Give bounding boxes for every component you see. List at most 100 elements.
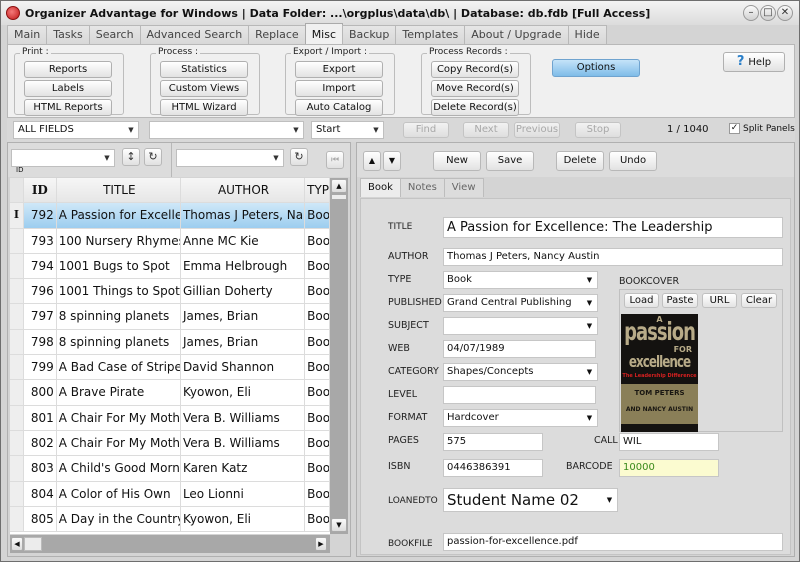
level-field[interactable] (443, 386, 596, 404)
pages-field[interactable]: 575 (443, 433, 543, 451)
column-header-id[interactable]: ID (23, 178, 57, 203)
cell-type: Book (305, 430, 330, 456)
column-header-author[interactable]: AUTHOR (180, 178, 306, 203)
first-record-button[interactable]: ⏮ (326, 151, 344, 169)
close-button[interactable]: ✕ (777, 5, 793, 21)
next-record-button[interactable]: ▼ (383, 151, 401, 171)
custom-views-button[interactable]: Custom Views (160, 80, 248, 97)
minimize-button[interactable]: – (743, 5, 759, 21)
search-value-input[interactable]: ▼ (149, 121, 304, 139)
search-mode-select[interactable]: Start ▼ (311, 121, 384, 139)
author-field[interactable]: Thomas J Peters, Nancy Austin (443, 248, 783, 266)
cover-url-button[interactable]: URL (702, 293, 737, 308)
table-row[interactable]: 7941001 Bugs to SpotEmma HelbroughBook (10, 253, 330, 280)
table-row[interactable]: 801 A Chair For My Moth Vera B. Williams Bo… (10, 405, 330, 431)
auto-catalog-button[interactable]: Auto Catalog (295, 99, 383, 116)
grid-horizontal-scrollbar[interactable]: ◀ ▶ (10, 535, 330, 553)
tab-backup[interactable]: Backup (342, 25, 397, 44)
table-row[interactable]: 804A Color of His OwnLeo LionniBook (10, 481, 330, 507)
scroll-down-icon[interactable]: ▼ (331, 518, 347, 532)
tab-templates[interactable]: Templates (395, 25, 466, 44)
tab-book[interactable]: Book (360, 178, 401, 197)
bookfile-field[interactable]: passion-for-excellence.pdf (443, 533, 783, 551)
table-row[interactable]: 793100 Nursery RhymesAnne MC KieBook (10, 228, 330, 254)
cover-load-button[interactable]: Load (624, 293, 659, 308)
reports-button[interactable]: Reports (24, 61, 112, 78)
labels-button[interactable]: Labels (24, 80, 112, 97)
scroll-left-icon[interactable]: ◀ (11, 537, 23, 551)
tab-tasks[interactable]: Tasks (46, 25, 90, 44)
tab-misc[interactable]: Misc (304, 23, 344, 44)
tab-hide[interactable]: Hide (567, 25, 607, 44)
tab-advanced-search[interactable]: Advanced Search (139, 25, 250, 44)
html-wizard-button[interactable]: HTML Wizard (160, 99, 248, 116)
table-row[interactable]: 7988 spinning planetsJames, BrianBook (10, 329, 330, 356)
cover-paste-button[interactable]: Paste (662, 293, 698, 308)
table-row[interactable]: 799A Bad Case of StripeDavid ShannonBook (10, 355, 330, 381)
published-select[interactable]: Grand Central Publishing ▼ (443, 294, 598, 312)
published-value: Grand Central Publishing (447, 297, 572, 308)
sort-order-button[interactable]: ↕ (122, 148, 140, 166)
maximize-button[interactable]: □ (760, 5, 776, 21)
search-field-select[interactable]: ALL FIELDS ▼ (13, 121, 139, 139)
column-header-title[interactable]: TITLE (56, 178, 181, 203)
column-header-type[interactable]: TYPE (305, 178, 330, 203)
help-button[interactable]: ? Help (723, 52, 785, 72)
table-row[interactable]: 7978 spinning planetsJames, BrianBook (10, 304, 330, 330)
title-field[interactable]: A Passion for Excellence: The Leadership (443, 217, 783, 238)
previous-button[interactable]: Previous (514, 122, 560, 138)
table-row[interactable]: 803A Child's Good MornKaren KatzBook (10, 456, 330, 482)
scroll-right-icon[interactable]: ▶ (315, 537, 327, 551)
statistics-button[interactable]: Statistics (160, 61, 248, 78)
grid-vertical-scrollbar[interactable]: ▲ ▼ (330, 178, 348, 534)
bookcover-label: BOOKCOVER (619, 276, 680, 287)
hscroll-thumb[interactable] (24, 537, 42, 551)
export-button[interactable]: Export (295, 61, 383, 78)
refresh-sort-button[interactable]: ↻ (144, 148, 162, 166)
barcode-field[interactable]: 10000 (619, 459, 719, 477)
delete-records-button[interactable]: Delete Record(s) (431, 99, 519, 116)
row-indicator (10, 228, 24, 253)
tab-search[interactable]: Search (88, 25, 141, 44)
previous-record-button[interactable]: ▲ (363, 151, 381, 171)
scroll-up-icon[interactable]: ▲ (331, 179, 347, 193)
table-row[interactable]: I 792 A Passion for Excelle Thomas J Peters… (10, 203, 330, 229)
sort-field-select[interactable]: ▼ (11, 149, 115, 167)
table-row[interactable]: 796 1001 Things to Spot Gillian Doherty Boo… (10, 279, 330, 305)
copy-records-button[interactable]: Copy Record(s) (431, 61, 519, 78)
html-reports-button[interactable]: HTML Reports (24, 99, 112, 116)
delete-record-button[interactable]: Delete (556, 151, 604, 171)
next-button[interactable]: Next (463, 122, 509, 138)
refresh-filter-button[interactable]: ↻ (290, 148, 308, 166)
undo-button[interactable]: Undo (609, 151, 657, 171)
tab-view[interactable]: View (443, 178, 484, 197)
category-select[interactable]: Shapes/Concepts ▼ (443, 363, 598, 381)
scroll-thumb[interactable] (332, 195, 346, 199)
split-panels-checkbox[interactable]: ✓ Split Panels (729, 123, 795, 134)
move-records-button[interactable]: Move Record(s) (431, 80, 519, 97)
web-field[interactable]: 04/07/1989 (443, 340, 596, 358)
table-row[interactable]: 805A Day in the CountryKyowon, EliBook (10, 506, 330, 533)
call-field[interactable]: WIL (619, 433, 719, 451)
new-record-button[interactable]: New (433, 151, 481, 171)
stop-button[interactable]: Stop (575, 122, 621, 138)
subject-label: SUBJECT (388, 320, 429, 331)
loanedto-select[interactable]: Student Name 02 ▼ (443, 488, 618, 512)
bookcover-image[interactable]: A passion FOR excellence The Leadership … (621, 314, 698, 432)
tab-main[interactable]: Main (7, 25, 48, 44)
format-select[interactable]: Hardcover ▼ (443, 409, 598, 427)
find-button[interactable]: Find (403, 122, 449, 138)
save-record-button[interactable]: Save (486, 151, 534, 171)
table-row[interactable]: 800A Brave PirateKyowon, EliBook (10, 380, 330, 406)
subject-select[interactable]: ▼ (443, 317, 598, 335)
tab-about-upgrade[interactable]: About / Upgrade (464, 25, 569, 44)
isbn-field[interactable]: 0446386391 (443, 459, 543, 477)
tab-notes[interactable]: Notes (399, 178, 445, 197)
type-select[interactable]: Book ▼ (443, 271, 598, 289)
import-button[interactable]: Import (295, 80, 383, 97)
table-row[interactable]: 802 A Chair For My Moth Vera B. Williams Bo… (10, 430, 330, 457)
tab-replace[interactable]: Replace (248, 25, 306, 44)
options-button[interactable]: Options (552, 59, 640, 77)
cover-clear-button[interactable]: Clear (741, 293, 777, 308)
filter-field-select[interactable]: ▼ (176, 149, 284, 167)
